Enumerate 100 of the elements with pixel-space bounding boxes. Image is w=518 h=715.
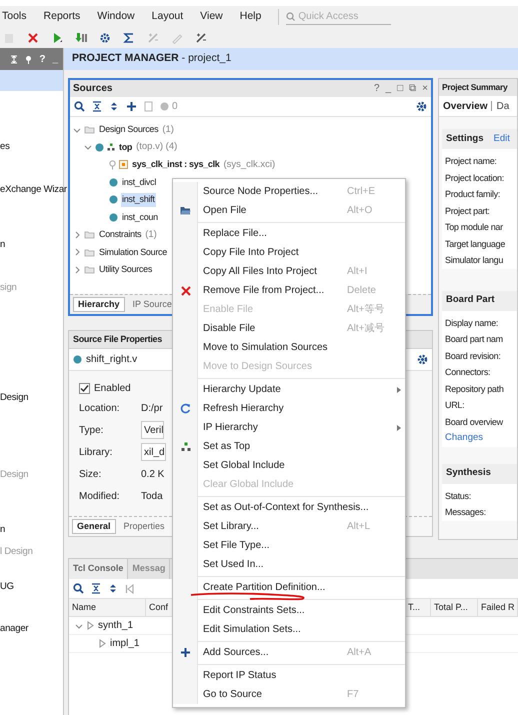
menu-item[interactable]: Copy File Into Project: [173, 243, 405, 262]
menu-item[interactable]: Copy All Files Into Project Alt+I: [173, 262, 405, 281]
column-header[interactable]: Total P...: [431, 599, 478, 616]
search-icon[interactable]: [74, 101, 85, 112]
tree-item[interactable]: sys_clk_inst : sys_clk: [131, 158, 220, 172]
menu-item[interactable]: Open File Alt+O: [173, 201, 405, 220]
tab[interactable]: General: [72, 519, 116, 534]
collapse-all-icon[interactable]: [91, 583, 101, 594]
tree-item[interactable]: top: [118, 140, 134, 154]
field-label: Library:: [79, 446, 114, 460]
chevron-right-icon[interactable]: [73, 248, 81, 256]
collapse-icon[interactable]: [10, 54, 18, 64]
field-label: Top module nar: [445, 221, 504, 234]
count-label: 0: [172, 100, 178, 114]
tab[interactable]: Tcl Console: [69, 559, 128, 579]
settings-icon[interactable]: [416, 101, 427, 112]
wand-icon[interactable]: [195, 32, 207, 44]
plus-icon[interactable]: [126, 101, 137, 112]
chevron-right-icon[interactable]: [73, 230, 81, 239]
status-dot-icon: [160, 102, 169, 111]
menu-item[interactable]: Tools: [2, 9, 27, 25]
sigma-icon[interactable]: [123, 32, 135, 44]
chevron-down-icon[interactable]: [73, 126, 81, 134]
menu-item[interactable]: Set Library... Alt+L: [173, 517, 405, 536]
tab[interactable]: Properties: [120, 519, 169, 534]
settings-icon[interactable]: [417, 354, 428, 365]
tree-item[interactable]: Simulation Source: [98, 246, 168, 259]
tree-item[interactable]: Constraints: [98, 228, 142, 242]
sidebar-item[interactable]: anager: [0, 623, 63, 635]
tree-item[interactable]: Design Sources: [98, 123, 160, 136]
column-header[interactable]: Name: [69, 599, 146, 616]
menu-item[interactable]: Report IP Status: [173, 666, 405, 685]
window-control[interactable]: _: [386, 81, 392, 96]
menu-item[interactable]: Hierarchy Update: [173, 380, 405, 399]
menu-item[interactable]: Edit Simulation Sets...: [173, 620, 405, 639]
menu-item[interactable]: Set as Top: [173, 437, 405, 456]
stop-icon[interactable]: [27, 32, 39, 44]
search-field[interactable]: Quick Access: [286, 9, 392, 25]
window-control[interactable]: ?: [374, 81, 380, 96]
menu-item[interactable]: Refresh Hierarchy: [173, 399, 405, 418]
dropdown[interactable]: xil_d: [141, 443, 166, 461]
sidebar-item[interactable]: Design: [0, 392, 63, 404]
chevron-right-icon[interactable]: [73, 266, 81, 274]
menu-item[interactable]: Set Global Include: [173, 456, 405, 475]
first-icon[interactable]: [125, 584, 134, 594]
expand-all-icon[interactable]: [109, 101, 119, 112]
header-button[interactable]: ?: [39, 52, 46, 66]
tab[interactable]: IP Source: [128, 297, 176, 312]
header-button[interactable]: _: [52, 52, 58, 66]
play-icon[interactable]: [51, 32, 63, 44]
column-header[interactable]: Failed R: [478, 599, 518, 616]
expand-all-icon[interactable]: [108, 583, 118, 594]
sidebar-item[interactable]: es: [0, 141, 63, 153]
menu-item[interactable]: IP Hierarchy: [173, 418, 405, 437]
menu-item[interactable]: Window: [97, 9, 135, 25]
menu-item[interactable]: Create Partition Definition...: [173, 578, 405, 597]
sidebar-item[interactable]: UG: [0, 581, 63, 593]
download-icon[interactable]: [75, 32, 87, 44]
chevron-down-icon[interactable]: [84, 143, 92, 152]
pin-icon[interactable]: [25, 54, 32, 64]
menu-item[interactable]: View: [200, 9, 223, 25]
menu-item[interactable]: Layout: [152, 9, 184, 25]
collapse-all-icon[interactable]: [92, 101, 102, 112]
menu-item[interactable]: Set Used In...: [173, 555, 405, 574]
tree-item-detail: (1): [145, 228, 157, 242]
changes-link[interactable]: Changes: [445, 430, 517, 446]
menu-item[interactable]: Disable File Alt+减号: [173, 319, 405, 338]
tree-item[interactable]: inst_shift: [121, 193, 156, 206]
checkbox[interactable]: [79, 382, 90, 394]
menu-item[interactable]: Set File Type...: [173, 536, 405, 555]
menu-item[interactable]: Replace File...: [173, 224, 405, 243]
sidebar-item[interactable]: n: [0, 524, 63, 536]
instance-dot-icon: [109, 212, 118, 222]
tree-item[interactable]: inst_coun: [121, 210, 159, 224]
menu-item[interactable]: Reports: [44, 9, 80, 25]
tab[interactable]: Overview: [443, 98, 488, 114]
menu-item[interactable]: Add Sources... Alt+A: [173, 643, 405, 662]
dropdown[interactable]: Veril: [141, 421, 164, 439]
menu-item[interactable]: Help: [240, 9, 262, 25]
tree-item[interactable]: inst_divcl: [121, 176, 158, 189]
menu-item[interactable]: Move to Simulation Sources: [173, 338, 405, 357]
sidebar-item[interactable]: n: [0, 239, 63, 251]
plus-icon: [180, 647, 191, 658]
tab[interactable]: Hierarchy: [73, 297, 125, 312]
menu-item[interactable]: Go to Source F7: [173, 685, 405, 704]
menu-item[interactable]: Source Node Properties... Ctrl+E: [173, 182, 405, 201]
menu-item[interactable]: Edit Constraints Sets...: [173, 601, 405, 620]
chevron-down-icon[interactable]: [75, 622, 83, 630]
edit-link[interactable]: Edit: [493, 132, 510, 146]
search-icon[interactable]: [73, 583, 84, 594]
gear-icon[interactable]: [99, 32, 111, 44]
window-control[interactable]: ⧉: [409, 81, 416, 96]
menu-item[interactable]: Set as Out-of-Context for Synthesis...: [173, 498, 405, 517]
window-control[interactable]: □: [397, 81, 404, 96]
field-label: Target language: [445, 238, 506, 251]
tab[interactable]: Da: [496, 98, 510, 114]
instance-dot-icon: [109, 178, 118, 187]
window-control[interactable]: ×: [422, 81, 428, 96]
tree-item[interactable]: Utility Sources: [98, 263, 154, 276]
menu-item[interactable]: Remove File from Project... Delete: [173, 281, 405, 300]
